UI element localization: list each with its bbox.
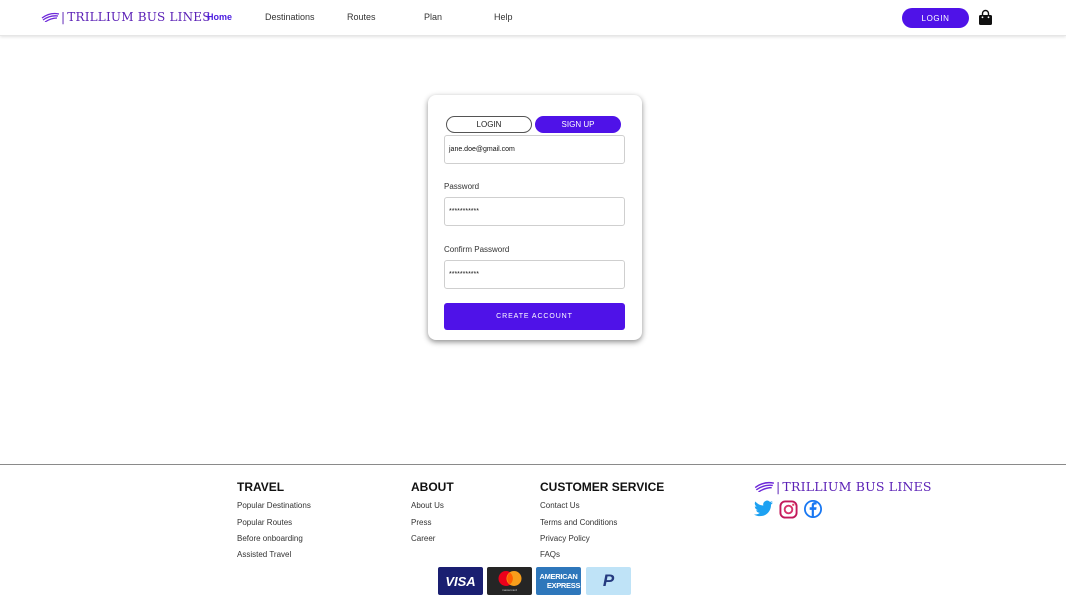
footer-brand-name: TRILLIUM BUS LINES xyxy=(782,479,932,494)
facebook-icon[interactable] xyxy=(804,500,822,518)
password-label: Password xyxy=(444,182,480,191)
paypal-logo-text: P xyxy=(602,571,615,590)
create-account-button[interactable]: CREATE ACCOUNT xyxy=(444,303,625,330)
mastercard-logo: mastercard xyxy=(487,567,532,595)
footer-link-about-us[interactable]: About Us xyxy=(411,501,444,510)
login-button[interactable]: LOGIN xyxy=(902,8,969,28)
brand-logo[interactable]: | TRILLIUM BUS LINES xyxy=(41,10,211,24)
footer-link-privacy[interactable]: Privacy Policy xyxy=(540,534,590,543)
nav-help[interactable]: Help xyxy=(494,12,513,22)
visa-logo-text: VISA xyxy=(445,573,476,589)
footer-link-faqs[interactable]: FAQs xyxy=(540,550,560,559)
footer-divider xyxy=(0,464,1066,465)
signup-card: LOGIN SIGN UP jane.doe@gmail.com Passwor… xyxy=(428,95,642,340)
footer-link-popular-destinations[interactable]: Popular Destinations xyxy=(237,501,311,510)
visa-logo: VISA xyxy=(438,567,483,595)
footer-travel-heading: TRAVEL xyxy=(237,480,285,494)
tab-login[interactable]: LOGIN xyxy=(446,116,532,133)
bus-wing-icon xyxy=(754,481,774,492)
top-navbar: | TRILLIUM BUS LINES Home Destinations R… xyxy=(0,0,1066,36)
footer-link-before-onboarding[interactable]: Before onboarding xyxy=(237,534,303,543)
twitter-icon[interactable] xyxy=(754,500,773,517)
amex-logo-line2: EXPRESS xyxy=(546,581,581,590)
nav-destinations[interactable]: Destinations xyxy=(265,12,315,22)
footer-link-terms[interactable]: Terms and Conditions xyxy=(540,518,617,527)
nav-home[interactable]: Home xyxy=(207,12,232,22)
footer-brand-logo[interactable]: | TRILLIUM BUS LINES xyxy=(754,479,932,494)
footer-brand-separator: | xyxy=(776,479,781,494)
amex-logo: AMERICAN EXPRESS xyxy=(536,567,581,595)
mastercard-logo-text: mastercard xyxy=(501,588,517,592)
mastercard-circles-icon xyxy=(498,571,521,586)
tab-signup[interactable]: SIGN UP xyxy=(535,116,621,133)
footer-link-contact-us[interactable]: Contact Us xyxy=(540,501,580,510)
brand-name: TRILLIUM BUS LINES xyxy=(67,10,211,24)
password-field[interactable]: *********** xyxy=(444,197,625,226)
confirm-password-label: Confirm Password xyxy=(444,245,510,254)
brand-separator: | xyxy=(61,10,66,24)
footer-link-popular-routes[interactable]: Popular Routes xyxy=(237,518,292,527)
bus-wing-icon xyxy=(41,12,59,22)
nav-routes[interactable]: Routes xyxy=(347,12,376,22)
email-field[interactable]: jane.doe@gmail.com xyxy=(444,135,625,164)
paypal-logo: P xyxy=(586,567,631,595)
footer-link-press[interactable]: Press xyxy=(411,518,431,527)
nav-plan[interactable]: Plan xyxy=(424,12,442,22)
amex-logo-line1: AMERICAN xyxy=(539,572,578,581)
footer-about-heading: ABOUT xyxy=(411,480,454,494)
instagram-icon[interactable] xyxy=(779,500,798,519)
shopping-bag-icon[interactable] xyxy=(977,9,994,26)
confirm-password-field[interactable]: *********** xyxy=(444,260,625,289)
footer-link-assisted-travel[interactable]: Assisted Travel xyxy=(237,550,291,559)
footer-link-career[interactable]: Career xyxy=(411,534,435,543)
footer-service-heading: CUSTOMER SERVICE xyxy=(540,480,665,494)
